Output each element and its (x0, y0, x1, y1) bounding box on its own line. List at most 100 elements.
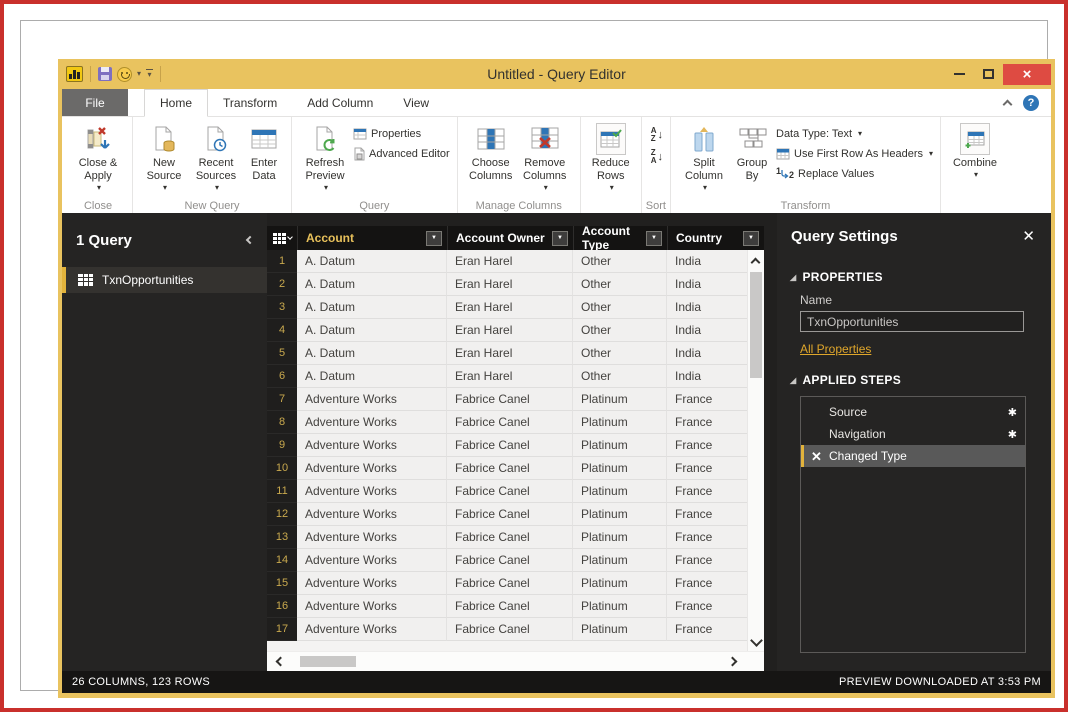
table-cell[interactable]: Other (573, 296, 667, 319)
table-cell[interactable]: Fabrice Canel (447, 503, 573, 526)
horizontal-scrollbar[interactable] (267, 651, 764, 671)
table-cell[interactable]: Platinum (573, 572, 667, 595)
applied-steps-section-header[interactable]: ◢ APPLIED STEPS (790, 368, 1025, 392)
table-cell[interactable]: Adventure Works (297, 618, 447, 641)
close-window-button[interactable]: × (1003, 64, 1051, 85)
table-cell[interactable]: Fabrice Canel (447, 595, 573, 618)
sort-descending-icon[interactable]: ZA↓ (651, 149, 663, 165)
close-panel-icon[interactable]: ✕ (1022, 229, 1035, 244)
scroll-left-icon[interactable] (276, 657, 286, 667)
reduce-rows-button[interactable]: Reduce Rows▾ (588, 121, 634, 193)
table-cell[interactable]: Eran Harel (447, 319, 573, 342)
table-cell[interactable]: Eran Harel (447, 365, 573, 388)
applied-step-source[interactable]: Source✱ (801, 401, 1025, 423)
tab-home[interactable]: Home (144, 89, 208, 117)
table-cell[interactable]: Adventure Works (297, 434, 447, 457)
column-header-account-owner[interactable]: Account Owner▼ (447, 226, 573, 250)
table-cell[interactable]: Eran Harel (447, 273, 573, 296)
split-column-button[interactable]: Split Column▾ (678, 121, 730, 193)
table-cell[interactable]: A. Datum (297, 296, 447, 319)
table-cell[interactable]: Platinum (573, 618, 667, 641)
table-cell[interactable]: Platinum (573, 411, 667, 434)
tab-transform[interactable]: Transform (208, 89, 292, 116)
collapse-queries-pane-icon[interactable] (246, 236, 254, 244)
table-cell[interactable]: Eran Harel (447, 296, 573, 319)
table-cell[interactable]: Fabrice Canel (447, 526, 573, 549)
column-header-account[interactable]: Account▼ (297, 226, 447, 250)
help-icon[interactable]: ? (1023, 95, 1039, 111)
use-first-row-as-headers-button[interactable]: Use First Row As Headers▾ (776, 146, 933, 161)
choose-columns-button[interactable]: Choose Columns (465, 121, 517, 183)
tab-file[interactable]: File (62, 89, 128, 116)
advanced-editor-button[interactable]: Advanced Editor (353, 146, 450, 161)
vertical-scroll-thumb[interactable] (750, 272, 762, 378)
data-type-button[interactable]: Data Type: Text▾ (776, 126, 933, 141)
table-cell[interactable]: Platinum (573, 549, 667, 572)
delete-step-icon[interactable]: ✕ (804, 450, 829, 463)
horizontal-scroll-thumb[interactable] (300, 656, 356, 667)
properties-section-header[interactable]: ◢ PROPERTIES (790, 265, 1025, 289)
applied-step-changed-type[interactable]: ✕Changed Type (801, 445, 1025, 467)
tab-add-column[interactable]: Add Column (292, 89, 388, 116)
scroll-down-icon[interactable] (750, 634, 763, 647)
refresh-preview-button[interactable]: Refresh Preview▾ (299, 121, 351, 193)
close-and-apply-button[interactable]: Close & Apply▾ (71, 121, 125, 193)
gear-icon[interactable]: ✱ (1008, 406, 1017, 419)
table-cell[interactable]: Adventure Works (297, 595, 447, 618)
filter-dropdown-icon[interactable]: ▼ (426, 231, 442, 246)
replace-values-button[interactable]: 12 Replace Values (776, 166, 933, 181)
filter-dropdown-icon[interactable]: ▼ (646, 231, 662, 246)
table-cell[interactable]: Adventure Works (297, 388, 447, 411)
table-corner-menu[interactable] (267, 226, 297, 250)
table-cell[interactable]: Platinum (573, 503, 667, 526)
table-cell[interactable]: Other (573, 365, 667, 388)
table-cell[interactable]: Fabrice Canel (447, 388, 573, 411)
table-cell[interactable]: Adventure Works (297, 457, 447, 480)
table-cell[interactable]: Fabrice Canel (447, 549, 573, 572)
table-cell[interactable]: Other (573, 342, 667, 365)
table-cell[interactable]: Eran Harel (447, 250, 573, 273)
maximize-button[interactable] (974, 64, 1003, 85)
table-cell[interactable]: Other (573, 273, 667, 296)
properties-button[interactable]: Properties (353, 126, 450, 141)
applied-step-navigation[interactable]: Navigation✱ (801, 423, 1025, 445)
group-by-button[interactable]: Group By (730, 121, 774, 183)
table-cell[interactable]: Platinum (573, 457, 667, 480)
table-cell[interactable]: Fabrice Canel (447, 572, 573, 595)
table-cell[interactable]: Platinum (573, 388, 667, 411)
new-source-button[interactable]: New Source▾ (140, 121, 188, 193)
vertical-scrollbar[interactable] (747, 250, 764, 651)
remove-columns-button[interactable]: Remove Columns▾ (517, 121, 573, 193)
column-header-account-type[interactable]: Account Type▼ (573, 226, 667, 250)
table-cell[interactable]: Adventure Works (297, 549, 447, 572)
table-cell[interactable]: Eran Harel (447, 342, 573, 365)
table-cell[interactable]: Adventure Works (297, 503, 447, 526)
table-cell[interactable]: Adventure Works (297, 411, 447, 434)
table-cell[interactable]: Platinum (573, 526, 667, 549)
gear-icon[interactable]: ✱ (1008, 428, 1017, 441)
table-cell[interactable]: Fabrice Canel (447, 618, 573, 641)
table-cell[interactable]: A. Datum (297, 250, 447, 273)
combine-button[interactable]: Combine ▾ (950, 121, 1000, 180)
table-cell[interactable]: Adventure Works (297, 572, 447, 595)
table-cell[interactable]: Fabrice Canel (447, 411, 573, 434)
table-cell[interactable]: A. Datum (297, 319, 447, 342)
table-cell[interactable]: Other (573, 250, 667, 273)
filter-dropdown-icon[interactable]: ▼ (552, 231, 568, 246)
enter-data-button[interactable]: Enter Data (244, 121, 284, 183)
recent-sources-button[interactable]: Recent Sources▾ (188, 121, 244, 193)
table-cell[interactable]: Fabrice Canel (447, 457, 573, 480)
scroll-up-icon[interactable] (751, 258, 761, 268)
table-cell[interactable]: A. Datum (297, 365, 447, 388)
sidebar-item-query[interactable]: TxnOpportunities (62, 267, 267, 293)
sort-ascending-icon[interactable]: AZ↓ (651, 127, 663, 143)
table-cell[interactable]: Adventure Works (297, 526, 447, 549)
table-cell[interactable]: Platinum (573, 480, 667, 503)
collapse-ribbon-icon[interactable] (1003, 99, 1013, 109)
query-name-input[interactable] (800, 311, 1024, 332)
all-properties-link[interactable]: All Properties (800, 342, 871, 356)
filter-dropdown-icon[interactable]: ▼ (743, 231, 759, 246)
table-cell[interactable]: A. Datum (297, 342, 447, 365)
minimize-button[interactable] (945, 64, 974, 85)
table-cell[interactable]: Other (573, 319, 667, 342)
